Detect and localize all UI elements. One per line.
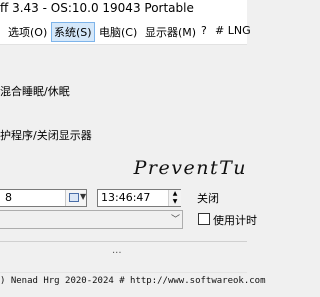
menu-help[interactable]: ? — [200, 24, 208, 37]
use-timer-checkbox[interactable] — [198, 213, 210, 225]
calendar-icon — [69, 193, 79, 202]
hybrid-sleep-label[interactable]: 混合睡眠/休眠 — [0, 83, 70, 99]
copyright-link[interactable]: ) Nenad Hrg 2020-2024 # http://www.softw… — [0, 276, 266, 286]
date-value: 8 — [5, 191, 12, 204]
time-value: 13:46:47 — [101, 191, 151, 204]
separator — [0, 241, 247, 242]
menu-computer[interactable]: 电脑(C) — [98, 24, 138, 40]
chevron-down-icon: ﹀ — [171, 215, 181, 225]
use-timer-label[interactable]: 使用计时 — [213, 212, 257, 228]
menu-options[interactable]: 选项(O) — [7, 24, 48, 40]
chevron-down-icon: ▼ — [80, 192, 87, 201]
more-ellipsis[interactable]: ... — [112, 245, 122, 256]
close-action-label: 关闭 — [197, 192, 219, 205]
menu-language[interactable]: # LNG — [214, 24, 252, 37]
window-title: ff 3.43 - OS:10.0 19043 Portable — [0, 1, 194, 15]
screensaver-monitor-off-label[interactable]: 护程序/关闭显示器 — [0, 127, 92, 143]
time-spin-up-button[interactable]: ▲ — [168, 190, 181, 198]
menu-system[interactable]: 系统(S) — [51, 22, 95, 42]
time-spin-down-button[interactable]: ▼ — [168, 198, 181, 206]
menu-monitor[interactable]: 显示器(M) — [144, 24, 197, 40]
action-select[interactable] — [0, 210, 183, 229]
app-logo-text: PreventTu — [133, 157, 247, 179]
